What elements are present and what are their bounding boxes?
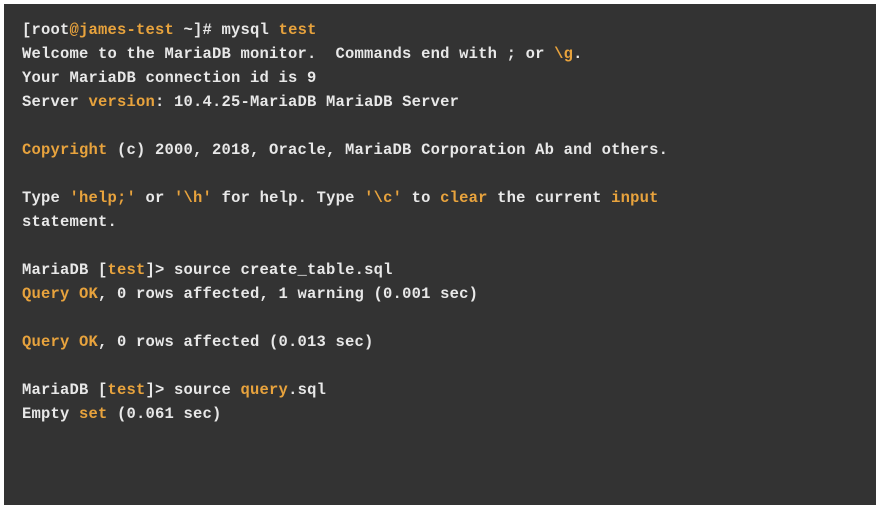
copyright-line: Copyright (c) 2000, 2018, Oracle, MariaD… <box>22 141 668 159</box>
filename-part: query <box>241 381 289 399</box>
command-arg: test <box>279 21 317 39</box>
terminal-output: [root@james-test ~]# mysql test Welcome … <box>4 4 876 505</box>
prompt-path: ~]# mysql <box>174 21 279 39</box>
copyright-keyword: Copyright <box>22 141 108 159</box>
escape-sequence: \g <box>554 45 573 63</box>
prompt-host: @james-test <box>70 21 175 39</box>
connection-id-line: Your MariaDB connection id is 9 <box>22 69 317 87</box>
mariadb-prompt-line: MariaDB [test]> source query.sql <box>22 381 326 399</box>
query-ok: Query OK <box>22 333 98 351</box>
mariadb-prompt-line: MariaDB [test]> source create_table.sql <box>22 261 393 279</box>
prompt-line: [root@james-test ~]# mysql test <box>22 21 317 39</box>
db-name: test <box>108 381 146 399</box>
query-result-line: Query OK, 0 rows affected, 1 warning (0.… <box>22 285 478 303</box>
prompt-user: [root <box>22 21 70 39</box>
set-keyword: set <box>79 405 108 423</box>
query-result-line: Query OK, 0 rows affected (0.013 sec) <box>22 333 374 351</box>
help-line: Type 'help;' or '\h' for help. Type '\c'… <box>22 189 659 207</box>
statement-line: statement. <box>22 213 117 231</box>
empty-set-line: Empty set (0.061 sec) <box>22 405 222 423</box>
db-name: test <box>108 261 146 279</box>
welcome-line: Welcome to the MariaDB monitor. Commands… <box>22 45 583 63</box>
server-version-line: Server version: 10.4.25-MariaDB MariaDB … <box>22 93 459 111</box>
version-keyword: version <box>89 93 156 111</box>
query-ok: Query OK <box>22 285 98 303</box>
